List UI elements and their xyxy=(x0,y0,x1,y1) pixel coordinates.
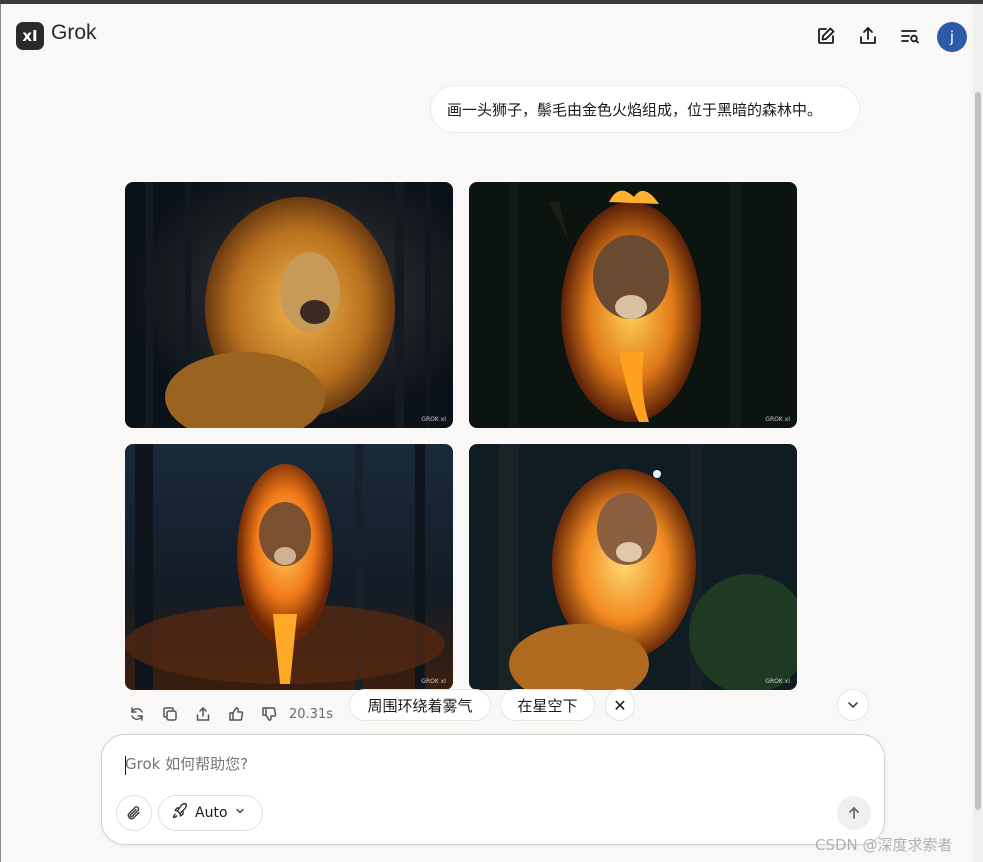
send-arrow-up-icon[interactable] xyxy=(837,796,871,830)
edit-icon[interactable] xyxy=(814,24,838,48)
suggestion-label: 周围环绕着雾气 xyxy=(367,696,473,715)
suggestion-chip-1[interactable]: 周围环绕着雾气 xyxy=(349,689,491,721)
user-avatar[interactable]: j xyxy=(937,22,967,52)
regenerate-icon[interactable] xyxy=(120,700,153,728)
dismiss-suggestions-close-icon[interactable]: ✕ xyxy=(605,689,635,721)
thumbs-up-icon[interactable] xyxy=(219,700,252,728)
scrollbar-thumb[interactable] xyxy=(975,92,981,810)
attach-paperclip-icon[interactable] xyxy=(116,795,152,831)
generated-image-1[interactable]: GROK xI xyxy=(125,182,453,428)
generated-image-3[interactable]: GROK xI xyxy=(125,444,453,690)
share-response-icon[interactable] xyxy=(186,700,219,728)
user-message-bubble: 画一头狮子，鬃毛由金色火焰组成，位于黑暗的森林中。 xyxy=(430,85,860,133)
user-message-text: 画一头狮子，鬃毛由金色火焰组成，位于黑暗的森林中。 xyxy=(447,100,823,119)
image-watermark: GROK xI xyxy=(421,678,446,685)
brand-name[interactable]: Grok xyxy=(51,21,97,45)
share-icon[interactable] xyxy=(856,24,880,48)
thumbs-down-icon[interactable] xyxy=(252,700,285,728)
image-watermark: GROK xI xyxy=(421,416,446,423)
copy-icon[interactable] xyxy=(153,700,186,728)
csdn-watermark: CSDN @深度求索者 xyxy=(815,836,953,854)
window-left-border xyxy=(0,4,1,862)
message-input[interactable] xyxy=(125,755,825,773)
text-caret xyxy=(125,756,126,775)
scroll-down-chevron-icon[interactable] xyxy=(837,689,869,721)
image-watermark: GROK xI xyxy=(765,678,790,685)
suggestion-label: 在星空下 xyxy=(517,696,578,715)
top-bar: xI Grok j xyxy=(0,4,973,68)
generated-image-4[interactable]: GROK xI xyxy=(469,444,797,690)
grok-logo-icon[interactable]: xI xyxy=(16,22,44,50)
response-time: 20.31s xyxy=(289,706,333,722)
image-watermark: GROK xI xyxy=(765,416,790,423)
suggestion-chip-2[interactable]: 在星空下 xyxy=(500,689,595,721)
mode-label: Auto xyxy=(195,805,228,821)
generated-image-2[interactable]: GROK xI xyxy=(469,182,797,428)
mode-selector[interactable]: Auto xyxy=(158,795,263,831)
chevron-down-icon xyxy=(234,805,246,821)
message-composer: Auto xyxy=(101,734,885,845)
rocket-icon xyxy=(171,802,189,824)
response-actions: 20.31s xyxy=(120,700,333,728)
history-search-icon[interactable] xyxy=(898,24,922,48)
